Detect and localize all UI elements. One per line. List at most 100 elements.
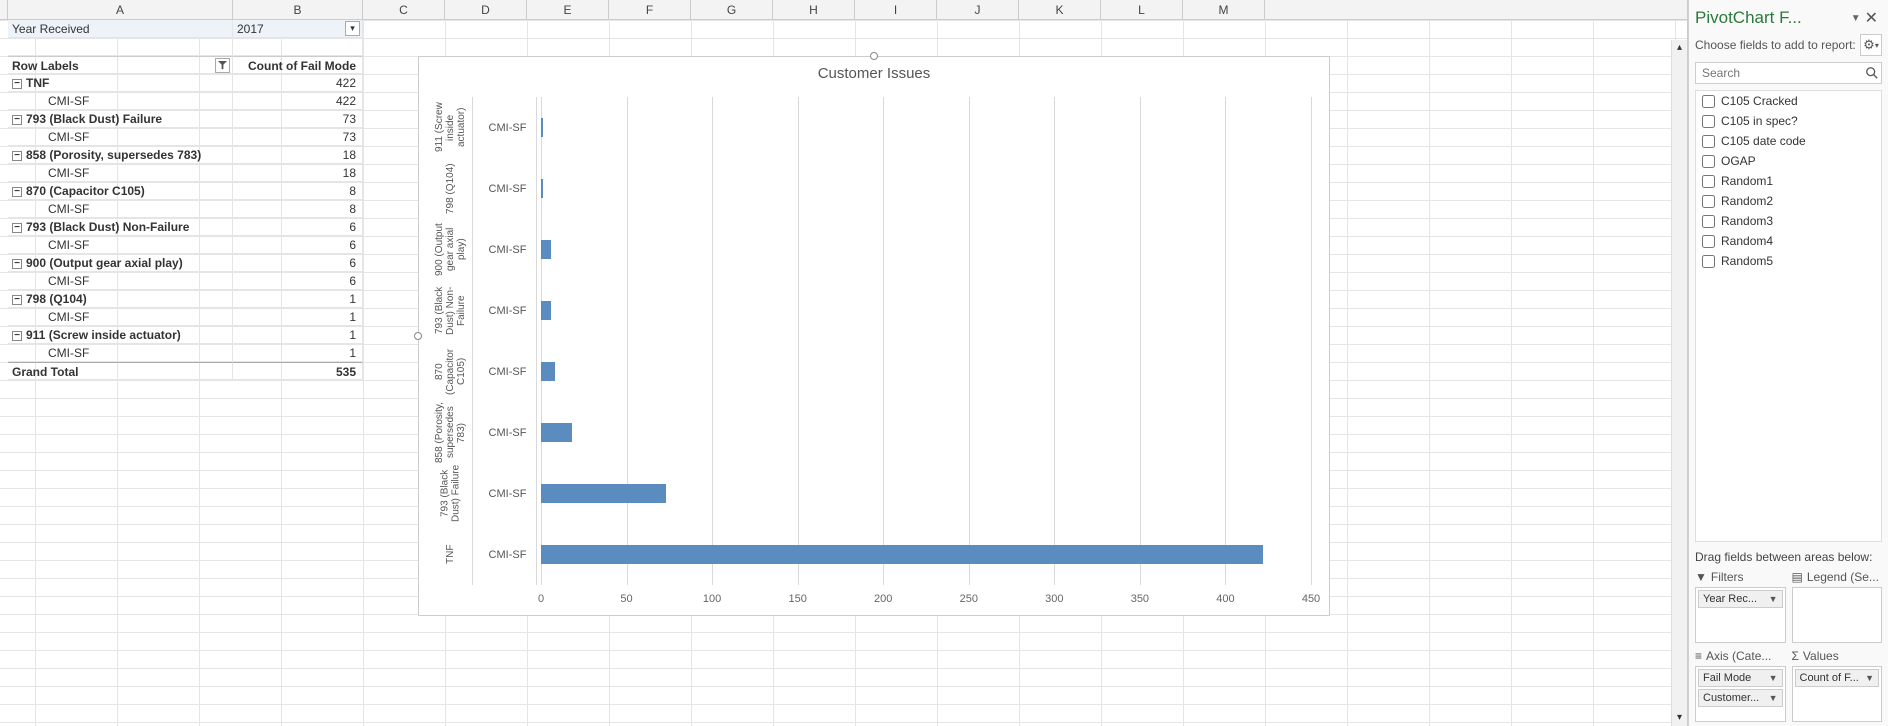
- field-item[interactable]: C105 Cracked: [1696, 91, 1881, 111]
- field-checkbox[interactable]: [1702, 175, 1715, 188]
- scroll-up-icon[interactable]: ▴: [1677, 40, 1682, 56]
- bar[interactable]: [541, 545, 1263, 563]
- row-label: CMI-SF: [48, 238, 89, 252]
- field-label: OGAP: [1721, 154, 1756, 168]
- filter-value-cell[interactable]: 2017 ▾: [233, 20, 363, 37]
- chart-title: Customer Issues: [419, 57, 1329, 86]
- column-header[interactable]: F: [609, 0, 691, 19]
- field-label: Random5: [1721, 254, 1773, 268]
- field-checkbox[interactable]: [1702, 255, 1715, 268]
- gear-icon[interactable]: ⚙▾: [1860, 34, 1882, 56]
- table-row[interactable]: CMI-SF6: [8, 236, 363, 254]
- column-header[interactable]: I: [855, 0, 937, 19]
- field-checkbox[interactable]: [1702, 135, 1715, 148]
- bar[interactable]: [541, 423, 572, 441]
- table-row[interactable]: −900 (Output gear axial play)6: [8, 254, 363, 272]
- chart-resize-handle[interactable]: [414, 332, 422, 340]
- chevron-down-icon[interactable]: ▼: [1769, 693, 1778, 703]
- column-header[interactable]: E: [527, 0, 609, 19]
- collapse-icon[interactable]: −: [12, 151, 22, 161]
- column-header[interactable]: B: [233, 0, 363, 19]
- field-item[interactable]: Random3: [1696, 211, 1881, 231]
- table-row[interactable]: −793 (Black Dust) Non-Failure6: [8, 218, 363, 236]
- field-item[interactable]: C105 in spec?: [1696, 111, 1881, 131]
- field-item[interactable]: C105 date code: [1696, 131, 1881, 151]
- column-header[interactable]: M: [1183, 0, 1265, 19]
- table-row[interactable]: −870 (Capacitor C105)8: [8, 182, 363, 200]
- field-item[interactable]: Random5: [1696, 251, 1881, 271]
- axis-zone[interactable]: Fail Mode▼ Customer...▼: [1695, 666, 1786, 722]
- column-header[interactable]: D: [445, 0, 527, 19]
- table-row[interactable]: −793 (Black Dust) Failure73: [8, 110, 363, 128]
- chevron-down-icon[interactable]: ▼: [1769, 673, 1778, 683]
- bar[interactable]: [541, 240, 551, 258]
- field-checkbox[interactable]: [1702, 215, 1715, 228]
- row-value: 1: [233, 290, 363, 307]
- column-header[interactable]: K: [1019, 0, 1101, 19]
- table-row[interactable]: −798 (Q104)1: [8, 290, 363, 308]
- table-row[interactable]: CMI-SF1: [8, 308, 363, 326]
- table-row[interactable]: CMI-SF422: [8, 92, 363, 110]
- column-header[interactable]: A: [8, 0, 233, 19]
- field-chip[interactable]: Customer...▼: [1698, 689, 1783, 707]
- bar[interactable]: [541, 362, 555, 380]
- field-checkbox[interactable]: [1702, 235, 1715, 248]
- bar[interactable]: [541, 118, 543, 136]
- field-item[interactable]: OGAP: [1696, 151, 1881, 171]
- pivot-chart[interactable]: Customer Issues 050100150200250300350400…: [418, 56, 1330, 616]
- search-icon[interactable]: [1863, 63, 1881, 83]
- vertical-scrollbar[interactable]: ▴ ▾: [1671, 40, 1687, 726]
- field-chip[interactable]: Year Rec...▼: [1698, 590, 1783, 608]
- field-chip[interactable]: Count of F...▼: [1795, 669, 1880, 687]
- bar[interactable]: [541, 179, 543, 197]
- field-chip[interactable]: Fail Mode▼: [1698, 669, 1783, 687]
- row-value: 6: [233, 218, 363, 235]
- field-checkbox[interactable]: [1702, 115, 1715, 128]
- field-label: Random3: [1721, 214, 1773, 228]
- table-row[interactable]: −858 (Porosity, supersedes 783)18: [8, 146, 363, 164]
- collapse-icon[interactable]: −: [12, 331, 22, 341]
- table-row[interactable]: −911 (Screw inside actuator)1: [8, 326, 363, 344]
- table-row[interactable]: CMI-SF18: [8, 164, 363, 182]
- table-row[interactable]: CMI-SF8: [8, 200, 363, 218]
- field-label: C105 in spec?: [1721, 114, 1798, 128]
- table-row[interactable]: CMI-SF1: [8, 344, 363, 362]
- collapse-icon[interactable]: −: [12, 223, 22, 233]
- field-list[interactable]: C105 Cracked C105 in spec? C105 date code O…: [1695, 90, 1882, 542]
- filter-dropdown-icon[interactable]: ▾: [345, 21, 360, 36]
- field-item[interactable]: Random1: [1696, 171, 1881, 191]
- field-checkbox[interactable]: [1702, 155, 1715, 168]
- search-input[interactable]: [1696, 63, 1863, 83]
- values-zone[interactable]: Count of F...▼: [1792, 666, 1883, 722]
- field-search[interactable]: [1695, 62, 1882, 84]
- collapse-icon[interactable]: −: [12, 259, 22, 269]
- column-header[interactable]: H: [773, 0, 855, 19]
- collapse-icon[interactable]: −: [12, 295, 22, 305]
- field-checkbox[interactable]: [1702, 95, 1715, 108]
- column-header[interactable]: L: [1101, 0, 1183, 19]
- pane-dropdown-icon[interactable]: ▼: [1851, 13, 1861, 24]
- bar[interactable]: [541, 484, 666, 502]
- filters-zone[interactable]: Year Rec...▼: [1695, 587, 1786, 643]
- bar[interactable]: [541, 301, 551, 319]
- scroll-down-icon[interactable]: ▾: [1677, 710, 1682, 726]
- field-checkbox[interactable]: [1702, 195, 1715, 208]
- collapse-icon[interactable]: −: [12, 115, 22, 125]
- column-header[interactable]: G: [691, 0, 773, 19]
- collapse-icon[interactable]: −: [12, 79, 22, 89]
- table-row[interactable]: CMI-SF6: [8, 272, 363, 290]
- column-header[interactable]: C: [363, 0, 445, 19]
- close-icon[interactable]: ✕: [1861, 8, 1882, 28]
- field-label: C105 Cracked: [1721, 94, 1798, 108]
- field-item[interactable]: Random4: [1696, 231, 1881, 251]
- chevron-down-icon[interactable]: ▼: [1769, 594, 1778, 604]
- legend-zone[interactable]: [1792, 587, 1883, 643]
- rowlabels-filter-icon[interactable]: [215, 58, 230, 73]
- chart-resize-handle[interactable]: [870, 52, 878, 60]
- table-row[interactable]: −TNF422: [8, 74, 363, 92]
- field-item[interactable]: Random2: [1696, 191, 1881, 211]
- table-row[interactable]: CMI-SF73: [8, 128, 363, 146]
- column-header[interactable]: J: [937, 0, 1019, 19]
- chevron-down-icon[interactable]: ▼: [1865, 673, 1874, 683]
- collapse-icon[interactable]: −: [12, 187, 22, 197]
